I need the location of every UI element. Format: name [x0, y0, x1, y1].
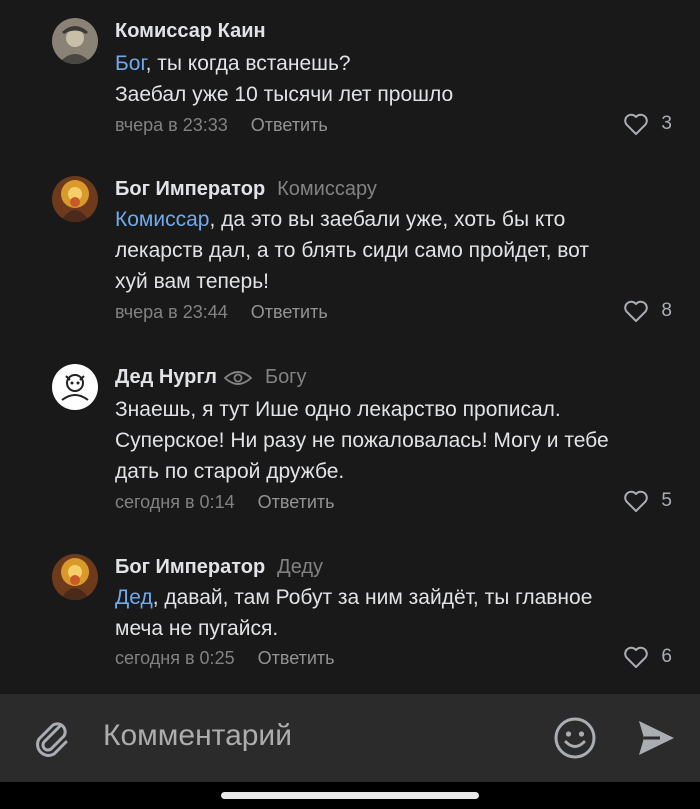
like-count: 5 — [661, 490, 672, 511]
comment-line: Заебал уже 10 тысячи лет прошло — [115, 79, 675, 110]
smiley-icon[interactable] — [553, 716, 597, 765]
comment-input[interactable]: Комментарий — [103, 714, 523, 758]
comment-text: Бог, ты когда встанешь? Заебал уже 10 ты… — [115, 48, 675, 110]
comment-line: Комиссар, да это вы заебали уже, хоть бы… — [115, 204, 675, 235]
comment-line: Знаешь, я тут Ише одно лекарство прописа… — [115, 394, 675, 425]
comment-text: Комиссар, да это вы заебали уже, хоть бы… — [115, 204, 675, 297]
comment-line: меча не пугайся. — [115, 613, 675, 644]
reply-button[interactable]: Ответить — [251, 302, 328, 322]
text-span: меча не пугайся. — [115, 617, 279, 640]
like-count: 8 — [661, 300, 672, 321]
author-name[interactable]: Бог Император — [115, 178, 265, 200]
system-nav-bar — [0, 782, 700, 809]
comment-line: Дед, давай, там Робут за ним зайдёт, ты … — [115, 582, 675, 613]
like-count: 6 — [661, 646, 672, 667]
paperclip-icon[interactable] — [30, 714, 74, 758]
reply-to-label[interactable]: Комиссару — [277, 178, 377, 200]
reply-button[interactable]: Ответить — [258, 648, 335, 668]
heart-icon — [623, 299, 649, 323]
comment-time: сегодня в 0:14 — [115, 492, 235, 512]
comment-time: вчера в 23:44 — [115, 302, 228, 322]
like-button[interactable]: 5 — [623, 489, 672, 513]
text-span: Заебал уже 10 тысячи лет прошло — [115, 83, 454, 106]
avatar[interactable] — [52, 364, 98, 410]
mention-link[interactable]: Бог — [115, 52, 146, 75]
reply-button[interactable]: Ответить — [251, 115, 328, 135]
comments-feed: Комиссар Каин Бог, ты когда встанешь? За… — [0, 0, 700, 694]
like-count: 3 — [661, 113, 672, 134]
text-span: дать по старой дружбе. — [115, 460, 345, 483]
home-indicator[interactable] — [221, 792, 479, 799]
comment-line: дать по старой дружбе. — [115, 456, 675, 487]
text-span: хуй вам теперь! — [115, 270, 270, 293]
like-button[interactable]: 6 — [623, 645, 672, 669]
text-span: Суперское! Ни разу не пожаловалась! Могу… — [115, 429, 609, 452]
author-name[interactable]: Бог Император — [115, 556, 265, 578]
heart-icon — [623, 489, 649, 513]
send-icon[interactable] — [636, 716, 676, 765]
avatar[interactable] — [52, 554, 98, 600]
reply-button[interactable]: Ответить — [258, 492, 335, 512]
text-span: лекарств дал, а то блять сиди само пройд… — [115, 239, 590, 262]
comment-line: лекарств дал, а то блять сиди само пройд… — [115, 235, 675, 266]
comment-time: вчера в 23:33 — [115, 115, 228, 135]
eye-icon — [223, 370, 253, 386]
heart-icon — [623, 645, 649, 669]
comment-time: сегодня в 0:25 — [115, 648, 235, 668]
text-span: , ты когда встанешь? — [145, 52, 351, 75]
comment-line: Суперское! Ни разу не пожаловалась! Могу… — [115, 425, 675, 456]
avatar[interactable] — [52, 176, 98, 222]
mention-link[interactable]: Дед — [115, 586, 153, 609]
author-name[interactable]: Дед Нургл — [115, 366, 217, 388]
author-name[interactable]: Комиссар Каин — [115, 20, 266, 42]
comment-text: Дед, давай, там Робут за ним зайдёт, ты … — [115, 582, 675, 644]
comment-line: хуй вам теперь! — [115, 266, 675, 297]
reply-to-label[interactable]: Деду — [277, 556, 323, 578]
reply-to-label[interactable]: Богу — [265, 366, 307, 388]
avatar[interactable] — [52, 18, 98, 64]
text-span: Знаешь, я тут Ише одно лекарство прописа… — [115, 398, 561, 421]
text-span: , давай, там Робут за ним зайдёт, ты гла… — [152, 586, 593, 609]
text-span: , да это вы заебали уже, хоть бы кто — [209, 208, 566, 231]
like-button[interactable]: 8 — [623, 299, 672, 323]
like-button[interactable]: 3 — [623, 112, 672, 136]
heart-icon — [623, 112, 649, 136]
comment-text: Знаешь, я тут Ише одно лекарство прописа… — [115, 394, 675, 487]
comment-line: Бог, ты когда встанешь? — [115, 48, 675, 79]
mention-link[interactable]: Комиссар — [115, 208, 209, 231]
